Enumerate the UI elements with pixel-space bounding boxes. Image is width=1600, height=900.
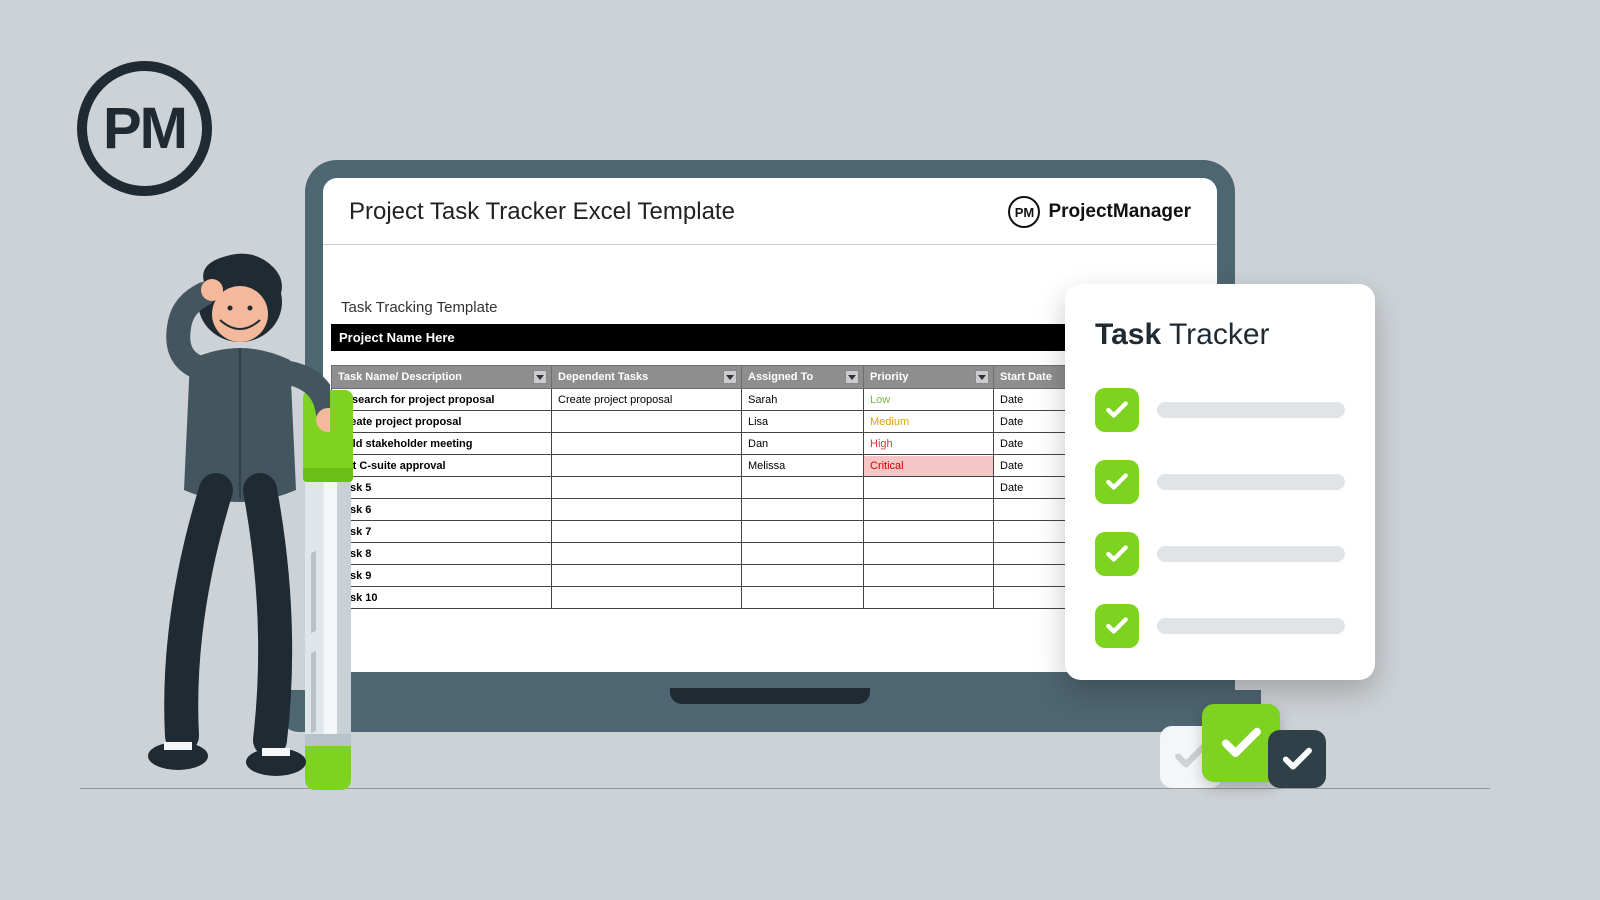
col-header-priority[interactable]: Priority: [864, 366, 994, 389]
brand: PM ProjectManager: [1008, 196, 1191, 228]
pm-logo: PM: [77, 61, 212, 196]
cell-dependent[interactable]: [552, 477, 742, 499]
cell-priority[interactable]: [864, 587, 994, 609]
cell-assigned[interactable]: [742, 521, 864, 543]
cell-task[interactable]: Get C-suite approval: [332, 455, 552, 477]
cell-dependent[interactable]: [552, 543, 742, 565]
dropdown-icon[interactable]: [533, 370, 547, 384]
cell-assigned[interactable]: Lisa: [742, 411, 864, 433]
cell-task[interactable]: Task 5: [332, 477, 552, 499]
cell-task[interactable]: Task 8: [332, 543, 552, 565]
card-title: Task Tracker: [1095, 318, 1345, 352]
dropdown-icon[interactable]: [845, 370, 859, 384]
cell-assigned[interactable]: [742, 499, 864, 521]
checklist-row: [1095, 532, 1345, 576]
dropdown-icon[interactable]: [975, 370, 989, 384]
cell-assigned[interactable]: Melissa: [742, 455, 864, 477]
person-illustration: [120, 250, 330, 790]
placeholder-bar: [1157, 546, 1345, 562]
brand-name: ProjectManager: [1048, 201, 1191, 223]
cell-priority[interactable]: Medium: [864, 411, 994, 433]
cell-task[interactable]: Task 9: [332, 565, 552, 587]
cell-priority[interactable]: [864, 477, 994, 499]
pm-logo-text: PM: [103, 95, 186, 162]
check-icon: [1095, 604, 1139, 648]
cell-priority[interactable]: [864, 499, 994, 521]
cell-assigned[interactable]: [742, 587, 864, 609]
check-badge-stack: [1160, 700, 1330, 788]
cell-assigned[interactable]: [742, 477, 864, 499]
cell-dependent[interactable]: Create project proposal: [552, 389, 742, 411]
check-icon: [1095, 388, 1139, 432]
placeholder-bar: [1157, 402, 1345, 418]
task-tracker-card: Task Tracker: [1065, 284, 1375, 680]
cell-assigned[interactable]: Dan: [742, 433, 864, 455]
cell-priority[interactable]: [864, 543, 994, 565]
check-badge-dark: [1268, 730, 1326, 788]
cell-priority[interactable]: High: [864, 433, 994, 455]
placeholder-bar: [1157, 618, 1345, 634]
cell-task[interactable]: Research for project proposal: [332, 389, 552, 411]
checklist-row: [1095, 460, 1345, 504]
cell-assigned[interactable]: [742, 543, 864, 565]
page-title: Project Task Tracker Excel Template: [349, 198, 735, 226]
cell-dependent[interactable]: [552, 587, 742, 609]
brand-logo-icon: PM: [1008, 196, 1040, 228]
cell-priority[interactable]: Low: [864, 389, 994, 411]
col-header-dependent[interactable]: Dependent Tasks: [552, 366, 742, 389]
cell-priority[interactable]: [864, 521, 994, 543]
dropdown-icon[interactable]: [723, 370, 737, 384]
checklist-row: [1095, 388, 1345, 432]
check-icon: [1095, 532, 1139, 576]
cell-assigned[interactable]: Sarah: [742, 389, 864, 411]
check-icon: [1095, 460, 1139, 504]
col-header-task[interactable]: Task Name/ Description: [332, 366, 552, 389]
cell-task[interactable]: Task 6: [332, 499, 552, 521]
cell-dependent[interactable]: [552, 433, 742, 455]
col-header-assigned[interactable]: Assigned To: [742, 366, 864, 389]
screen-header: Project Task Tracker Excel Template PM P…: [323, 178, 1217, 245]
cell-task[interactable]: Create project proposal: [332, 411, 552, 433]
cell-dependent[interactable]: [552, 411, 742, 433]
cell-dependent[interactable]: [552, 565, 742, 587]
cell-task[interactable]: Task 10: [332, 587, 552, 609]
cell-task[interactable]: Hold stakeholder meeting: [332, 433, 552, 455]
cell-priority[interactable]: [864, 565, 994, 587]
cell-dependent[interactable]: [552, 455, 742, 477]
placeholder-bar: [1157, 474, 1345, 490]
cell-task[interactable]: Task 7: [332, 521, 552, 543]
cell-dependent[interactable]: [552, 499, 742, 521]
cell-dependent[interactable]: [552, 521, 742, 543]
checklist-row: [1095, 604, 1345, 648]
cell-assigned[interactable]: [742, 565, 864, 587]
cell-priority[interactable]: Critical: [864, 455, 994, 477]
